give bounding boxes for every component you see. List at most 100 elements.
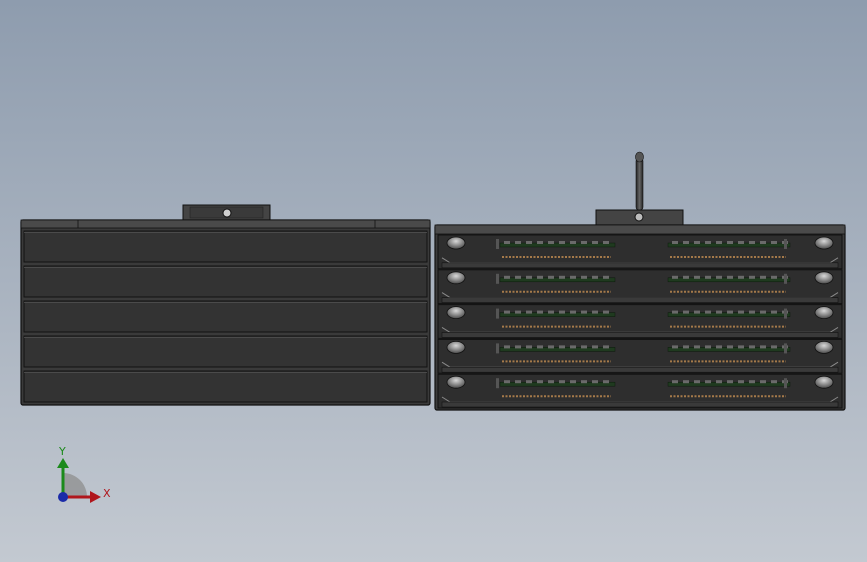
pcb-component (592, 345, 598, 349)
pcb-component (727, 275, 733, 279)
tray-front-edge (441, 366, 839, 373)
pcb-component (515, 241, 521, 244)
tray-notch (496, 378, 499, 389)
tray-screw (814, 306, 834, 320)
pcb-component (603, 275, 609, 279)
pcb-component (515, 310, 521, 314)
pcb-component (705, 380, 711, 384)
pcb-component (515, 345, 521, 349)
pcb-component (570, 310, 576, 314)
pcb-component (738, 345, 744, 349)
pcb-component (727, 310, 733, 314)
left-drawer-panel[interactable] (23, 370, 428, 403)
pcb-component (559, 380, 565, 384)
pcb-component (760, 241, 766, 244)
pcb-component (716, 241, 722, 244)
pcb-component (760, 310, 766, 314)
pcb-component (683, 380, 689, 384)
tray-screw (814, 340, 834, 354)
antenna[interactable] (635, 157, 644, 211)
left-top-lip (20, 219, 431, 229)
pcb-component (603, 241, 609, 244)
pcb-component (749, 275, 755, 279)
pcb-component (694, 275, 700, 279)
pcb-component (705, 310, 711, 314)
tray-screw (446, 236, 466, 250)
pcb-component (603, 345, 609, 349)
x-axis-label: X (103, 487, 111, 500)
pcb-component (559, 275, 565, 279)
left-drawer-panel[interactable] (23, 265, 428, 298)
pcb-component (515, 275, 521, 279)
tray-screw (446, 340, 466, 354)
right-top-lip (434, 224, 846, 235)
pcb-component (559, 310, 565, 314)
y-axis-label: Y (58, 445, 66, 458)
left-enclosure-unit[interactable] (20, 204, 431, 406)
tray-notch (784, 378, 787, 389)
pcb-component (548, 380, 554, 384)
tray-notch (784, 273, 787, 284)
left-drawer-panel[interactable] (23, 230, 428, 263)
tray-screw (814, 236, 834, 250)
pcb-component (548, 241, 554, 244)
pcb-component (548, 310, 554, 314)
tray-notch (784, 239, 787, 249)
pcb-component (771, 275, 777, 279)
pcb-component (771, 380, 777, 384)
pcb-component (694, 345, 700, 349)
pcb-component (705, 275, 711, 279)
tray-screw (446, 271, 466, 285)
pcb-component (705, 241, 711, 244)
tray-notch (496, 343, 499, 354)
pcb-component (592, 380, 598, 384)
3d-viewport[interactable]: Y X (0, 0, 867, 562)
pcb-component (581, 310, 587, 314)
pcb-component (738, 310, 744, 314)
right-bracket-hole (634, 212, 644, 222)
model-scene[interactable]: Y X (0, 0, 867, 562)
pcb-component (504, 380, 510, 384)
left-drawer-panel[interactable] (23, 300, 428, 333)
pcb-component (771, 241, 777, 244)
pcb-component (727, 241, 733, 244)
pcb-component (537, 310, 543, 314)
pcb-component (548, 345, 554, 349)
pcb-component (683, 241, 689, 244)
tray-notch (784, 343, 787, 354)
tray-front-edge (441, 401, 839, 408)
pcb-component (592, 241, 598, 244)
pcb-component (683, 345, 689, 349)
pcb-component (672, 345, 678, 349)
pcb-component (749, 241, 755, 244)
pcb-component (537, 380, 543, 384)
pcb-component (592, 275, 598, 279)
pcb-component (548, 275, 554, 279)
pcb-component (559, 241, 565, 244)
pcb-component (570, 345, 576, 349)
pcb-component (537, 275, 543, 279)
pcb-component (592, 310, 598, 314)
pcb-component (749, 310, 755, 314)
pcb-component (537, 345, 543, 349)
pcb-component (694, 310, 700, 314)
pcb-component (694, 380, 700, 384)
tray-screw (814, 271, 834, 285)
tray-notch (496, 308, 499, 319)
pcb-component (716, 345, 722, 349)
pcb-component (727, 380, 733, 384)
pcb-component (526, 345, 532, 349)
left-drawer-panel[interactable] (23, 335, 428, 368)
pcb-component (504, 345, 510, 349)
pcb-component (581, 241, 587, 244)
pcb-component (504, 275, 510, 279)
pcb-component (705, 345, 711, 349)
pcb-component (526, 310, 532, 314)
tray-front-edge (441, 262, 839, 269)
pcb-component (515, 380, 521, 384)
pcb-component (760, 380, 766, 384)
pcb-component (738, 241, 744, 244)
left-bracket-hole (222, 208, 232, 218)
pcb-component (603, 380, 609, 384)
pcb-component (581, 345, 587, 349)
